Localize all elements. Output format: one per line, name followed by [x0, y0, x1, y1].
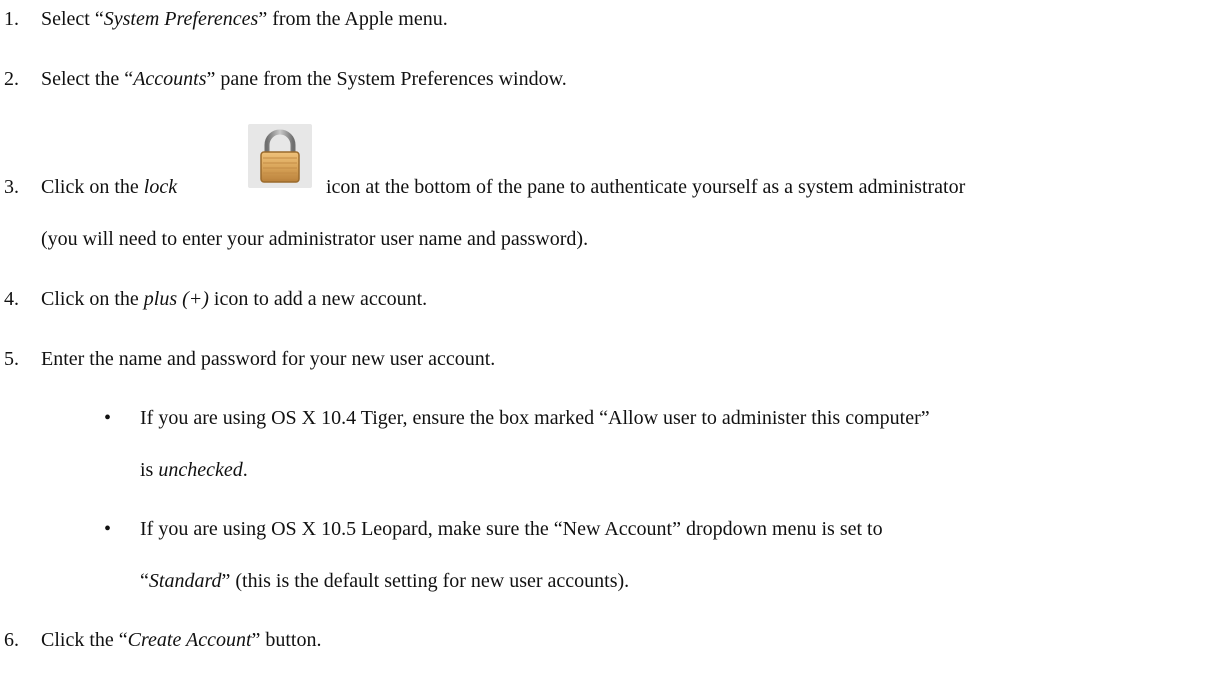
step-2-text-b: Accounts — [133, 68, 207, 90]
step-3-text-b: lock — [143, 176, 178, 198]
bullet-1-line1: If you are using OS X 10.4 Tiger, ensure… — [140, 407, 930, 429]
step-2-text-c: ” pane from the System Preferences windo… — [206, 68, 567, 90]
bullet-2-symbol: • — [104, 518, 112, 540]
step-3-text-lead: Click on the lock — [41, 175, 177, 199]
step-6-text: Click the “Create Account” button. — [41, 628, 322, 652]
step-2-text-a: Select the “ — [41, 68, 134, 90]
step-1-number: 1. — [4, 8, 19, 30]
bullet-2-line1: If you are using OS X 10.5 Leopard, make… — [140, 518, 883, 540]
step-4-text: Click on the plus (+) icon to add a new … — [41, 287, 427, 311]
step-3-number: 3. — [4, 176, 19, 198]
step-1-text-c: ” from the Apple menu. — [258, 8, 448, 30]
step-3-text-a: Click on the — [41, 176, 144, 198]
step-6-text-c: ” button. — [251, 629, 322, 651]
step-3-text-rest: icon at the bottom of the pane to authen… — [326, 175, 965, 199]
bullet-2-line2: “Standard” (this is the default setting … — [140, 569, 629, 593]
step-5-number: 5. — [4, 348, 19, 370]
step-4-text-c: icon to add a new account. — [208, 288, 428, 310]
step-1-text: Select “System Preferences” from the App… — [41, 7, 448, 31]
step-4-text-a: Click on the — [41, 288, 144, 310]
step-6-number: 6. — [4, 629, 19, 651]
step-6-text-a: Click the “ — [41, 629, 128, 651]
step-4-number: 4. — [4, 288, 19, 310]
bullet-1-line2-c: . — [242, 459, 248, 481]
bullet-1-line2: is unchecked. — [140, 458, 248, 482]
step-4-text-b: plus (+) — [143, 288, 209, 310]
lock-icon — [248, 124, 312, 188]
step-1-text-a: Select “ — [41, 8, 104, 30]
step-3-continuation: (you will need to enter your administrat… — [41, 228, 589, 250]
bullet-1-line2-b: unchecked — [158, 459, 243, 481]
bullet-2-line2-c: ” (this is the default setting for new u… — [221, 570, 630, 592]
step-1-text-b: System Preferences — [103, 8, 259, 30]
step-5-text: Enter the name and password for your new… — [41, 348, 496, 370]
bullet-1-symbol: • — [104, 407, 112, 429]
bullet-2-line2-a: “ — [140, 570, 149, 592]
bullet-1-line2-a: is — [140, 459, 159, 481]
step-2-text: Select the “Accounts” pane from the Syst… — [41, 67, 567, 91]
step-2-number: 2. — [4, 68, 19, 90]
step-3-text-c: icon at the bottom of the pane to authen… — [326, 176, 966, 198]
bullet-2-line2-b: Standard — [148, 570, 222, 592]
step-6-text-b: Create Account — [127, 629, 252, 651]
